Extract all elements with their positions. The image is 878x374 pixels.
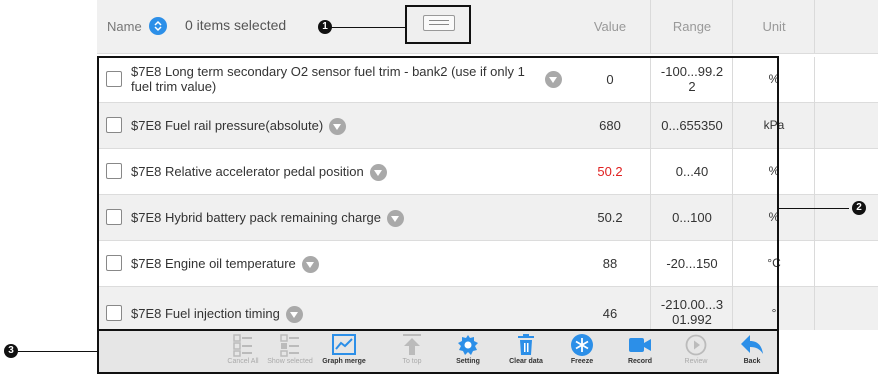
row-name: $7E8 Fuel rail pressure(absolute) <box>131 118 347 136</box>
chevron-down-icon[interactable] <box>285 306 303 324</box>
graph-merge-button[interactable]: Graph merge <box>321 333 367 372</box>
row-value: 50.2 <box>597 164 623 179</box>
chevron-down-icon[interactable] <box>545 71 562 88</box>
range-column-header: Range <box>672 19 712 34</box>
table-row[interactable]: $7E8 Hybrid battery pack remaining charg… <box>97 195 878 241</box>
chevron-down-icon[interactable] <box>369 164 387 182</box>
row-checkbox[interactable] <box>106 255 122 271</box>
row-name: $7E8 Hybrid battery pack remaining charg… <box>131 210 405 228</box>
row-unit: % <box>768 164 780 178</box>
back-icon <box>741 335 763 354</box>
back-button[interactable]: Back <box>729 333 775 372</box>
data-list[interactable]: $7E8 Long term secondary O2 sensor fuel … <box>97 57 878 330</box>
chevron-down-icon[interactable] <box>387 210 405 228</box>
cancel-all-icon <box>233 334 252 357</box>
row-checkbox[interactable] <box>106 305 122 321</box>
freeze-button[interactable]: Freeze <box>559 333 605 372</box>
divider <box>732 57 733 330</box>
table-row[interactable]: $7E8 Long term secondary O2 sensor fuel … <box>97 57 878 103</box>
drag-handle[interactable] <box>405 5 471 44</box>
divider <box>732 0 733 53</box>
cancel-all-button[interactable]: Cancel All <box>220 333 266 372</box>
show-selected-button[interactable]: Show selected <box>267 333 313 372</box>
row-range: 0...655350 <box>661 118 723 133</box>
list-header: Name 0 items selected Value Range Unit <box>97 0 878 54</box>
row-unit: % <box>768 72 780 86</box>
row-name: $7E8 Fuel injection timing <box>131 306 303 324</box>
row-unit: % <box>768 210 780 224</box>
divider <box>814 0 815 53</box>
clear-data-icon <box>518 334 534 355</box>
row-value: 46 <box>602 306 618 321</box>
review-icon <box>685 334 707 356</box>
record-icon <box>629 338 651 352</box>
chevron-down-icon[interactable] <box>329 118 347 136</box>
callout-3-line <box>18 351 97 352</box>
to-top-icon <box>403 334 421 355</box>
row-value: 0 <box>606 72 614 87</box>
row-range: 0...100 <box>672 210 712 225</box>
to-top-button[interactable]: To top <box>389 333 435 372</box>
selected-count: 0 items selected <box>185 17 287 33</box>
setting-icon <box>458 335 478 355</box>
name-column-header: Name <box>107 19 142 34</box>
row-unit: kPa <box>763 118 785 132</box>
table-row[interactable]: $7E8 Fuel injection timing 46 -210.00...… <box>97 287 878 330</box>
show-selected-icon <box>280 334 299 357</box>
row-name: $7E8 Long term secondary O2 sensor fuel … <box>131 64 525 94</box>
row-checkbox[interactable] <box>106 117 122 133</box>
table-row[interactable]: $7E8 Fuel rail pressure(absolute) 680 0.… <box>97 103 878 149</box>
callout-3-marker: 3 <box>4 344 18 358</box>
setting-button[interactable]: Setting <box>445 333 491 372</box>
callout-1-line <box>330 27 405 28</box>
row-value: 50.2 <box>597 210 623 225</box>
graph-merge-icon <box>332 334 356 355</box>
table-row[interactable]: $7E8 Engine oil temperature 88 -20...150… <box>97 241 878 287</box>
row-unit: °C <box>767 256 781 270</box>
row-range: 0...40 <box>675 164 709 179</box>
row-name: $7E8 Engine oil temperature <box>131 256 319 274</box>
row-range: -100...99.2 2 <box>660 64 724 94</box>
unit-column-header: Unit <box>762 19 786 34</box>
freeze-icon <box>571 334 593 356</box>
row-value: 680 <box>599 118 621 133</box>
row-checkbox[interactable] <box>106 163 122 179</box>
row-checkbox[interactable] <box>106 209 122 225</box>
callout-2-marker: 2 <box>852 201 866 215</box>
row-name: $7E8 Relative accelerator pedal position <box>131 164 387 182</box>
value-column-header: Value <box>593 19 627 34</box>
clear-data-button[interactable]: Clear data <box>503 333 549 372</box>
callout-2-line <box>779 208 849 209</box>
row-unit: ° <box>771 306 777 320</box>
bottom-toolbar: Cancel All Show selected Graph merge To … <box>97 329 779 374</box>
divider <box>650 57 651 330</box>
chevron-down-icon[interactable] <box>301 256 319 274</box>
select-menu-button[interactable] <box>149 17 167 35</box>
chevron-updown-icon <box>154 20 162 32</box>
record-button[interactable]: Record <box>617 333 663 372</box>
row-range: -210.00...3 01.992 <box>660 297 724 327</box>
row-range: -20...150 <box>666 256 718 271</box>
review-button[interactable]: Review <box>673 333 719 372</box>
divider <box>650 0 651 53</box>
table-row[interactable]: $7E8 Relative accelerator pedal position… <box>97 149 878 195</box>
row-checkbox[interactable] <box>106 71 122 87</box>
row-value: 88 <box>602 256 618 271</box>
divider <box>814 57 815 330</box>
handle-grip-icon <box>423 15 455 31</box>
